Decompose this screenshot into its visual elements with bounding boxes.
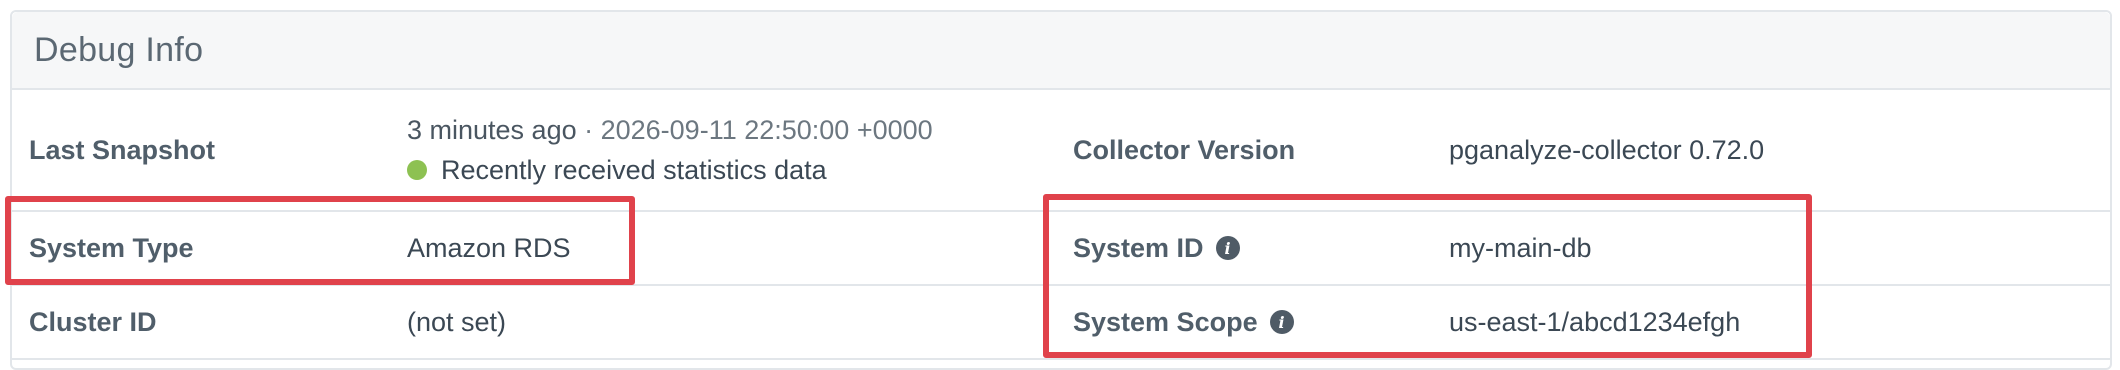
snapshot-relative-time: 3 minutes ago [407,115,577,145]
snapshot-absolute-time: 2026-09-11 22:50:00 +0000 [600,115,933,145]
snapshot-status: Recently received statistics data [407,150,933,190]
system-scope-info-icon[interactable]: i [1269,310,1294,334]
row-system-type: System Type Amazon RDS System ID i my-ma… [12,212,2110,286]
system-scope-label: System Scope i [1073,286,1294,358]
panel-header: Debug Info [12,12,2110,90]
debug-info-panel: Debug Info Last Snapshot 3 minutes ago ·… [10,10,2112,370]
system-id-label: System ID i [1073,212,1240,284]
cluster-id-value: (not set) [407,306,507,337]
system-type-label: System Type [29,232,194,263]
system-scope-value: us-east-1/abcd1234efgh [1449,306,1741,337]
snapshot-time: 3 minutes ago · 2026-09-11 22:50:00 +000… [407,110,933,150]
system-scope-label-text: System Scope [1073,306,1258,337]
system-id-label-text: System ID [1073,232,1204,263]
last-snapshot-value: 3 minutes ago · 2026-09-11 22:50:00 +000… [407,90,933,210]
snapshot-status-text: Recently received statistics data [441,155,827,185]
row-last-snapshot: Last Snapshot 3 minutes ago · 2026-09-11… [12,90,2110,212]
status-dot-icon [407,160,427,180]
collector-version-value: pganalyze-collector 0.72.0 [1449,134,1765,165]
last-snapshot-label: Last Snapshot [29,134,216,165]
system-type-value: Amazon RDS [407,232,571,263]
collector-version-label: Collector Version [1073,134,1296,165]
system-id-info-icon[interactable]: i [1215,236,1240,260]
row-cluster-id: Cluster ID (not set) System Scope i us-e… [12,286,2110,360]
panel-title: Debug Info [34,30,204,69]
cluster-id-label: Cluster ID [29,306,157,337]
system-id-value: my-main-db [1449,232,1592,263]
snapshot-separator: · [576,115,601,145]
